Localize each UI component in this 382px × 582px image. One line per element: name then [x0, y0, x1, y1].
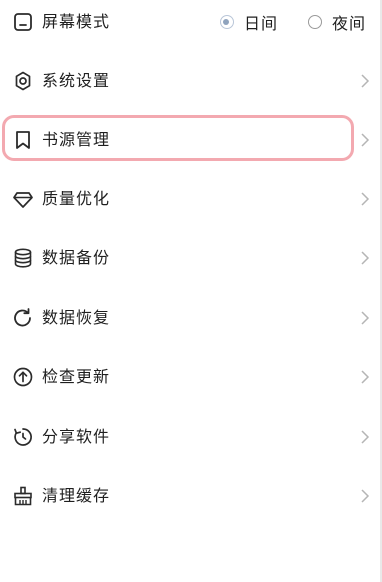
share-rotate-icon [14, 428, 32, 446]
radio-day-button[interactable] [219, 15, 234, 29]
menu-item-label: 数据恢复 [42, 308, 111, 327]
menu-item-quality[interactable]: 质量优化 [0, 177, 382, 221]
chevron-right-icon [361, 251, 370, 265]
menu-item-book-source[interactable]: 书源管理 [0, 118, 382, 162]
refresh-icon [14, 308, 31, 327]
menu-item-system-settings[interactable]: 系统设置 [0, 59, 382, 103]
menu-item-label: 系统设置 [42, 71, 111, 90]
chevron-right-icon [361, 489, 370, 503]
chevron-right-icon [361, 133, 370, 147]
chevron-right-icon [361, 192, 370, 206]
screen-mode-radio-group: 日间 夜间 [190, 0, 366, 44]
diamond-icon [13, 192, 33, 208]
menu-item-label: 质量优化 [42, 189, 111, 208]
menu-item-clear-cache[interactable]: 清理缓存 [0, 474, 382, 518]
gear-icon [15, 71, 31, 91]
radio-day-label: 日间 [243, 14, 278, 33]
bookmark-icon [16, 131, 30, 149]
settings-page: 屏幕模式 日间 夜间 系统设置 书源管理 质量优化 数据备份 数据恢复 检查更新… [0, 0, 382, 582]
menu-item-label: 检查更新 [42, 367, 111, 386]
screen-mode-label: 屏幕模式 [42, 12, 111, 31]
menu-item-restore[interactable]: 数据恢复 [0, 296, 382, 340]
menu-item-label: 清理缓存 [42, 486, 111, 505]
chevron-right-icon [361, 370, 370, 384]
radio-night-option[interactable]: 夜间 [307, 10, 366, 34]
chevron-right-icon [361, 430, 370, 444]
menu-item-backup[interactable]: 数据备份 [0, 236, 382, 280]
screen-mode-icon [14, 13, 32, 31]
menu-item-label: 分享软件 [42, 427, 111, 446]
database-icon [14, 248, 32, 268]
broom-icon [14, 486, 32, 506]
chevron-right-icon [361, 74, 370, 88]
menu-item-share[interactable]: 分享软件 [0, 415, 382, 459]
radio-night-button[interactable] [307, 15, 322, 29]
menu-item-label: 数据备份 [42, 248, 111, 267]
arrow-up-circle-icon [13, 367, 33, 387]
radio-day-option[interactable]: 日间 [219, 10, 278, 34]
radio-night-label: 夜间 [331, 14, 366, 33]
menu-item-check-update[interactable]: 检查更新 [0, 355, 382, 399]
menu-item-label: 书源管理 [42, 130, 111, 149]
screen-mode-row: 屏幕模式 日间 夜间 [0, 0, 382, 44]
chevron-right-icon [361, 311, 370, 325]
